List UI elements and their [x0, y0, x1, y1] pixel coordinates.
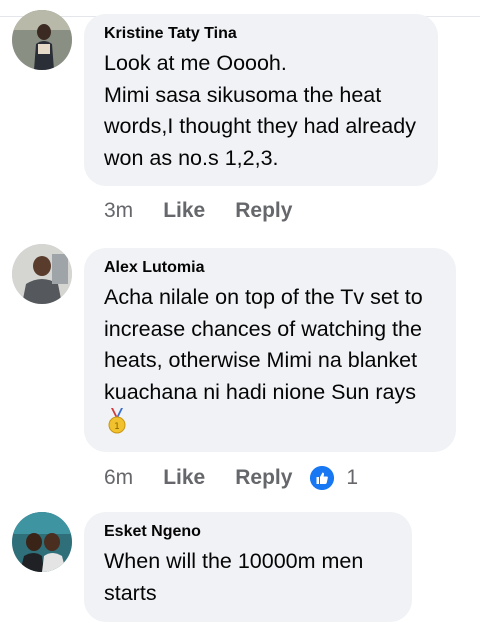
avatar[interactable] — [12, 10, 72, 70]
comment-time[interactable]: 6m — [104, 466, 133, 490]
comment-bubble: Alex Lutomia Acha nilale on top of the T… — [84, 248, 456, 452]
comment-bubble: Kristine Taty Tina Look at me Ooooh. Mim… — [84, 14, 438, 186]
avatar[interactable] — [12, 512, 72, 572]
medal-icon: 1 — [108, 408, 126, 434]
comment-time[interactable]: 3m — [104, 199, 133, 223]
thumbs-up-icon — [310, 466, 335, 490]
reaction-count: 1 — [346, 466, 359, 489]
like-button[interactable]: Like — [163, 199, 205, 223]
comment-text: Look at me Ooooh. Mimi sasa sikusoma the… — [104, 51, 416, 170]
comment-author[interactable]: Esket Ngeno — [104, 522, 392, 542]
comment-text-body: Acha nilale on top of the Tv set to incr… — [104, 285, 423, 404]
svg-text:1: 1 — [114, 422, 120, 432]
reply-button[interactable]: Reply — [235, 466, 292, 490]
comment-author[interactable]: Kristine Taty Tina — [104, 24, 418, 44]
comment-actions: 6m Like Reply 1 — [104, 463, 358, 493]
comment-author[interactable]: Alex Lutomia — [104, 258, 436, 278]
reply-button[interactable]: Reply — [235, 199, 292, 223]
comment-text: Acha nilale on top of the Tv set to incr… — [104, 282, 436, 440]
reaction-summary[interactable]: 1 — [310, 466, 358, 490]
comment-text: When will the 10000m men starts — [104, 549, 364, 605]
comment-bubble: Esket Ngeno When will the 10000m men sta… — [84, 512, 412, 622]
comment-actions: 3m Like Reply — [104, 196, 310, 226]
like-button[interactable]: Like — [163, 466, 205, 490]
avatar[interactable] — [12, 244, 72, 304]
